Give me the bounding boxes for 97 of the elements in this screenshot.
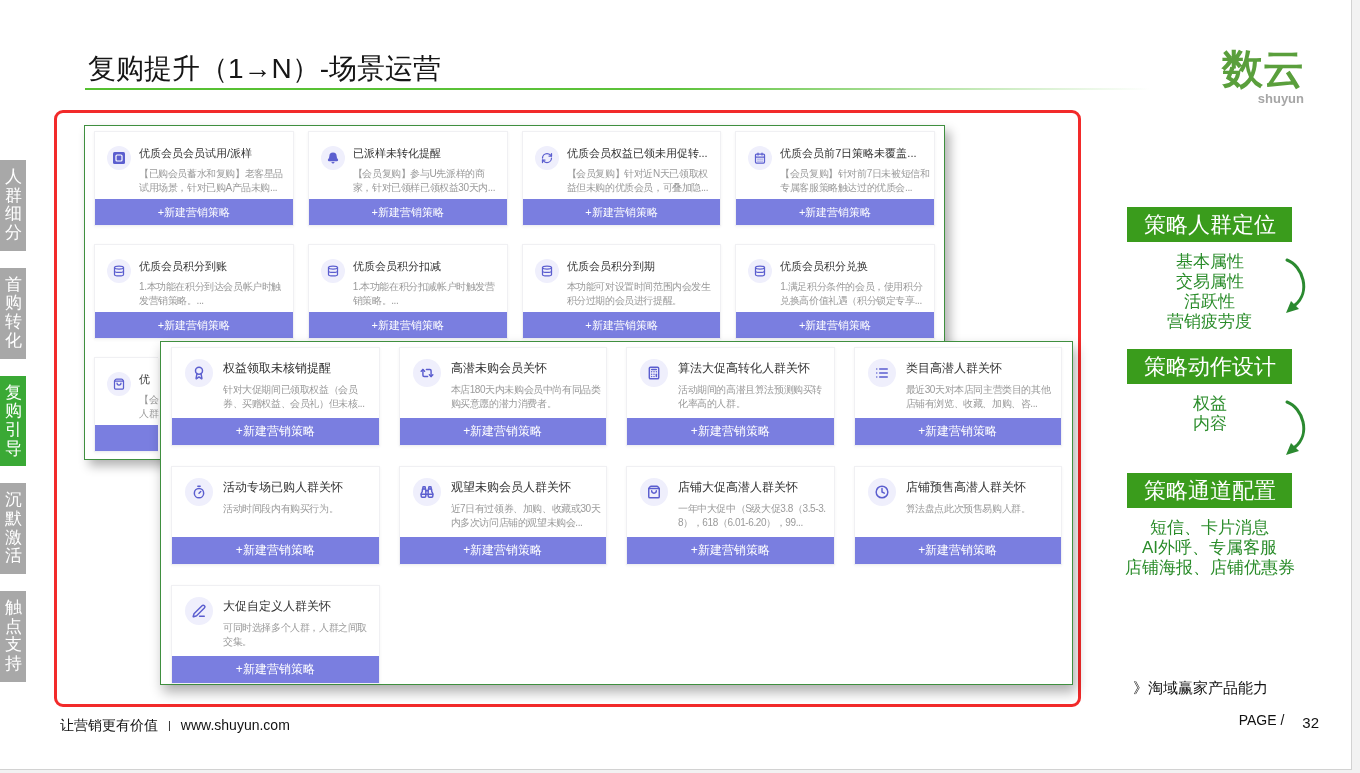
card-title: 优质会员会员试用/派样 bbox=[139, 146, 253, 161]
section-marker: 触点支持 bbox=[0, 591, 26, 682]
card-description: 本功能可对设置时间范围内会发生积分过期的会员进行提醒。 bbox=[566, 280, 712, 308]
step-item: 交易属性 bbox=[1175, 272, 1244, 292]
card-description: 【会人群 bbox=[139, 393, 159, 421]
database-icon bbox=[320, 259, 345, 283]
section-marker: 人群细分 bbox=[0, 160, 26, 251]
product-line-text: 》淘域赢家产品能力 bbox=[1133, 679, 1268, 697]
card-description: 1.满足积分条件的会员，使用积分兑换高价值礼遇（积分锁定专享... bbox=[780, 280, 924, 308]
database-icon bbox=[748, 259, 773, 283]
repeat-icon bbox=[412, 359, 441, 387]
card-title: 类目高潜人群关怀 bbox=[905, 360, 1002, 377]
new-strategy-button[interactable]: +新建营销策略 bbox=[736, 312, 934, 338]
card-title: 活动专场已购人群关怀 bbox=[223, 479, 343, 496]
bell-icon bbox=[320, 146, 345, 170]
new-strategy-button[interactable]: +新建营销策略 bbox=[308, 312, 507, 338]
card-description: 活动期间的高潜且算法预测购买转化率高的人群。 bbox=[678, 383, 823, 411]
card-description: 本店180天内未购会员中尚有同品类购买意愿的潜力消费者。 bbox=[450, 383, 602, 411]
card-title: 优质会员积分到账 bbox=[139, 259, 227, 274]
card-description: 1.本功能在积分扣减帐户时触发营销策略。... bbox=[352, 280, 496, 308]
step-label: 策略通道配置 bbox=[1127, 473, 1292, 508]
step-item: 店铺海报、店铺优惠券 bbox=[1124, 558, 1295, 578]
website-text: www.shuyun.com bbox=[180, 716, 290, 734]
new-strategy-button[interactable]: +新建营销策略 bbox=[172, 656, 379, 683]
card-description: 针对大促期间已领取权益（会员券、买赠权益、会员礼）但未核... bbox=[223, 383, 366, 411]
new-strategy-button[interactable]: +新建营销策略 bbox=[95, 312, 293, 338]
new-strategy-button[interactable]: +新建营销策略 bbox=[736, 199, 934, 225]
page-label: PAGE / bbox=[1238, 711, 1285, 729]
card-title: 优质会员积分兑换 bbox=[780, 259, 869, 274]
bag-icon bbox=[640, 478, 668, 506]
step-item: AI外呼、专属客服 bbox=[1141, 538, 1278, 558]
new-strategy-button[interactable]: +新建营销策略 bbox=[627, 418, 834, 445]
card-description: 算法盘点此次预售易购人群。 bbox=[905, 502, 1031, 516]
step-item: 基本属性 bbox=[1175, 252, 1244, 272]
card-title: 优质会员积分到期 bbox=[566, 259, 655, 274]
new-strategy-button[interactable] bbox=[95, 425, 158, 451]
step-label: 策略动作设计 bbox=[1127, 349, 1292, 384]
card-title: 店铺预售高潜人群关怀 bbox=[905, 479, 1026, 496]
database-icon bbox=[107, 259, 131, 283]
logo-text: 数云 bbox=[1222, 46, 1304, 92]
section-marker: 沉默激活 bbox=[0, 483, 26, 574]
card-title: 优质会员前7日策略未覆盖... bbox=[780, 146, 917, 161]
new-strategy-button[interactable]: +新建营销策略 bbox=[399, 537, 606, 564]
clock-icon bbox=[867, 478, 896, 506]
binoculars-icon bbox=[412, 478, 441, 506]
timer-icon bbox=[185, 478, 213, 506]
card-description: 1.本功能在积分到达会员帐户时触发营销策略。... bbox=[139, 280, 282, 308]
bag-icon bbox=[107, 372, 131, 396]
new-strategy-button[interactable]: +新建营销策略 bbox=[854, 418, 1061, 445]
new-strategy-button[interactable]: +新建营销策略 bbox=[95, 199, 293, 225]
page-number: 32 bbox=[1302, 714, 1319, 732]
section-marker: 复购引导 bbox=[0, 375, 26, 467]
database-icon bbox=[534, 259, 559, 283]
calendar-icon bbox=[748, 146, 773, 170]
card-description: 【会员复购】参与U先派样的商家，针对已领样已领权益30天内... bbox=[352, 167, 496, 195]
card-title: 大促自定义人群关怀 bbox=[223, 598, 331, 615]
list-icon bbox=[867, 359, 896, 387]
card-title: 优 bbox=[139, 372, 150, 387]
new-strategy-button[interactable]: +新建营销策略 bbox=[399, 418, 606, 445]
new-strategy-button[interactable]: +新建营销策略 bbox=[172, 418, 379, 445]
card-title: 算法大促高转化人群关怀 bbox=[678, 360, 810, 377]
card-title: 优质会员权益已领未用促转... bbox=[566, 146, 708, 161]
square-tile-icon bbox=[107, 146, 131, 170]
section-marker: 首购转化 bbox=[0, 267, 26, 359]
calculator-icon bbox=[640, 359, 668, 387]
step-item: 内容 bbox=[1192, 414, 1227, 434]
card-description: 可同时选择多个人群，人群之间取交集。 bbox=[223, 621, 368, 649]
step-item: 营销疲劳度 bbox=[1167, 312, 1252, 332]
card-title: 高潜未购会员关怀 bbox=[450, 360, 547, 377]
refresh-icon bbox=[534, 146, 559, 170]
separator-text: | bbox=[168, 718, 171, 733]
card-description: 最近30天对本店同主营类目的其他店铺有浏览、收藏、加购、咨... bbox=[905, 383, 1052, 411]
card-title: 已派样未转化提醒 bbox=[352, 146, 441, 161]
new-strategy-button[interactable]: +新建营销策略 bbox=[308, 199, 507, 225]
award-icon bbox=[185, 359, 213, 387]
slogan-text: 让营销更有价值 bbox=[60, 716, 158, 734]
new-strategy-button[interactable]: +新建营销策略 bbox=[627, 537, 834, 564]
slide-title: 复购提升（1→N）-场景运营 bbox=[88, 52, 442, 86]
new-strategy-button[interactable]: +新建营销策略 bbox=[854, 537, 1061, 564]
step-item: 活跃性 bbox=[1184, 292, 1235, 312]
card-title: 优质会员积分扣减 bbox=[352, 259, 441, 274]
card-description: 【会员复购】针对前7日未被短信和专属客服策略触达过的优质会... bbox=[780, 167, 931, 195]
card-description: 【已购会员蓄水和复购】老客星品试用场景，针对已购A产品未购... bbox=[139, 167, 284, 195]
step-item: 权益 bbox=[1192, 394, 1227, 414]
pen-icon bbox=[185, 597, 213, 625]
step-label: 策略人群定位 bbox=[1127, 207, 1292, 242]
new-strategy-button[interactable]: +新建营销策略 bbox=[172, 537, 379, 564]
new-strategy-button[interactable]: +新建营销策略 bbox=[522, 312, 721, 338]
logo-wordmark: shuyun bbox=[1257, 92, 1304, 106]
new-strategy-button[interactable]: +新建营销策略 bbox=[522, 199, 721, 225]
card-title: 店铺大促高潜人群关怀 bbox=[678, 479, 798, 496]
card-description: 近7日有过领券、加购、收藏或30天内多次访问店铺的观望未购会... bbox=[450, 502, 602, 530]
card-description: 【会员复购】针对近N天已领取权益但未购的优质会员，可叠加隐... bbox=[566, 167, 710, 195]
card-title: 权益领取未核销提醒 bbox=[223, 360, 331, 377]
card-title: 观望未购会员人群关怀 bbox=[450, 479, 571, 496]
card-description: 活动时间段内有购买行为。 bbox=[223, 502, 339, 516]
step-item: 短信、卡片消息 bbox=[1150, 518, 1269, 538]
